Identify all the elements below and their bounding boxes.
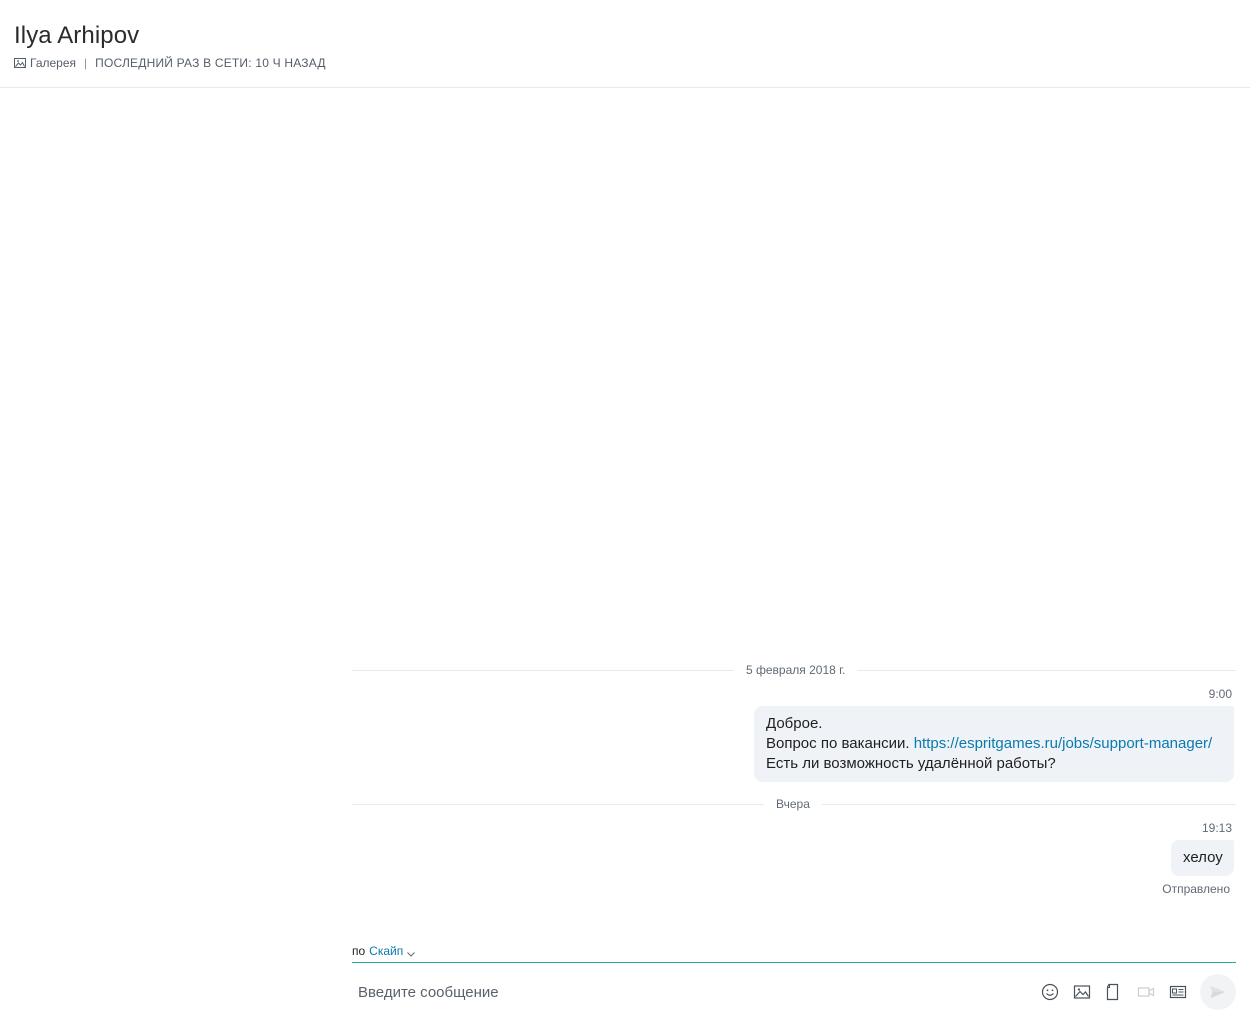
image-icon	[14, 57, 26, 69]
contact-name[interactable]: Ilya Arhipov	[14, 22, 139, 50]
chevron-down-icon	[407, 947, 416, 957]
divider-line	[352, 803, 764, 805]
gallery-link[interactable]: Галерея	[14, 56, 76, 70]
via-service-dropdown[interactable]: Скайп	[369, 944, 416, 958]
gallery-label: Галерея	[30, 56, 77, 70]
delivery-status: Отправлено	[1162, 882, 1230, 896]
message-composer	[352, 964, 1250, 1017]
header-separator: |	[84, 56, 88, 70]
message-line: Вопрос по вакансии. https://espritgames.…	[766, 734, 1222, 754]
image-icon[interactable]	[1073, 983, 1091, 1001]
divider-line	[352, 669, 734, 671]
divider-line	[821, 803, 1236, 805]
date-divider: Вчера	[352, 796, 1236, 812]
date-divider: 5 февраля 2018 г.	[352, 662, 1236, 678]
message-text: Вопрос по вакансии.	[766, 735, 914, 752]
divider-line	[857, 669, 1236, 671]
message-list[interactable]: 5 февраля 2018 г. 9:00 Доброе. Вопрос по…	[352, 88, 1236, 938]
outgoing-message-bubble[interactable]: хелоу	[1171, 840, 1234, 876]
message-timestamp: 9:00	[1208, 687, 1232, 701]
emoji-icon[interactable]	[1041, 983, 1059, 1001]
via-prefix: по	[352, 944, 366, 958]
last-seen-status: ПОСЛЕДНИЙ РАЗ В СЕТИ: 10 Ч НАЗАД	[95, 56, 326, 70]
message-timestamp: 19:13	[1201, 821, 1232, 835]
date-divider-label: 5 февраля 2018 г.	[746, 663, 846, 677]
contact-card-icon[interactable]	[1169, 983, 1187, 1001]
send-via-selector: по Скайп	[352, 944, 1236, 963]
send-icon	[1209, 983, 1227, 1001]
outgoing-message-bubble[interactable]: Доброе. Вопрос по вакансии. https://espr…	[754, 706, 1234, 782]
via-service-label: Скайп	[369, 944, 404, 958]
message-text: хелоу	[1183, 849, 1223, 866]
contact-subline: Галерея | ПОСЛЕДНИЙ РАЗ В СЕТИ: 10 Ч НАЗ…	[14, 56, 326, 70]
message-input[interactable]	[352, 978, 1024, 1006]
file-icon[interactable]	[1104, 983, 1122, 1001]
date-divider-label: Вчера	[776, 797, 810, 811]
video-message-icon[interactable]	[1137, 983, 1155, 1001]
message-line: Доброе.	[766, 715, 823, 732]
message-line: Есть ли возможность удалённой работы?	[766, 755, 1056, 772]
message-link[interactable]: https://espritgames.ru/jobs/support-mana…	[914, 735, 1212, 752]
send-button[interactable]	[1200, 974, 1236, 1010]
chat-header: Ilya Arhipov Галерея | ПОСЛЕДНИЙ РАЗ В С…	[0, 0, 1250, 88]
